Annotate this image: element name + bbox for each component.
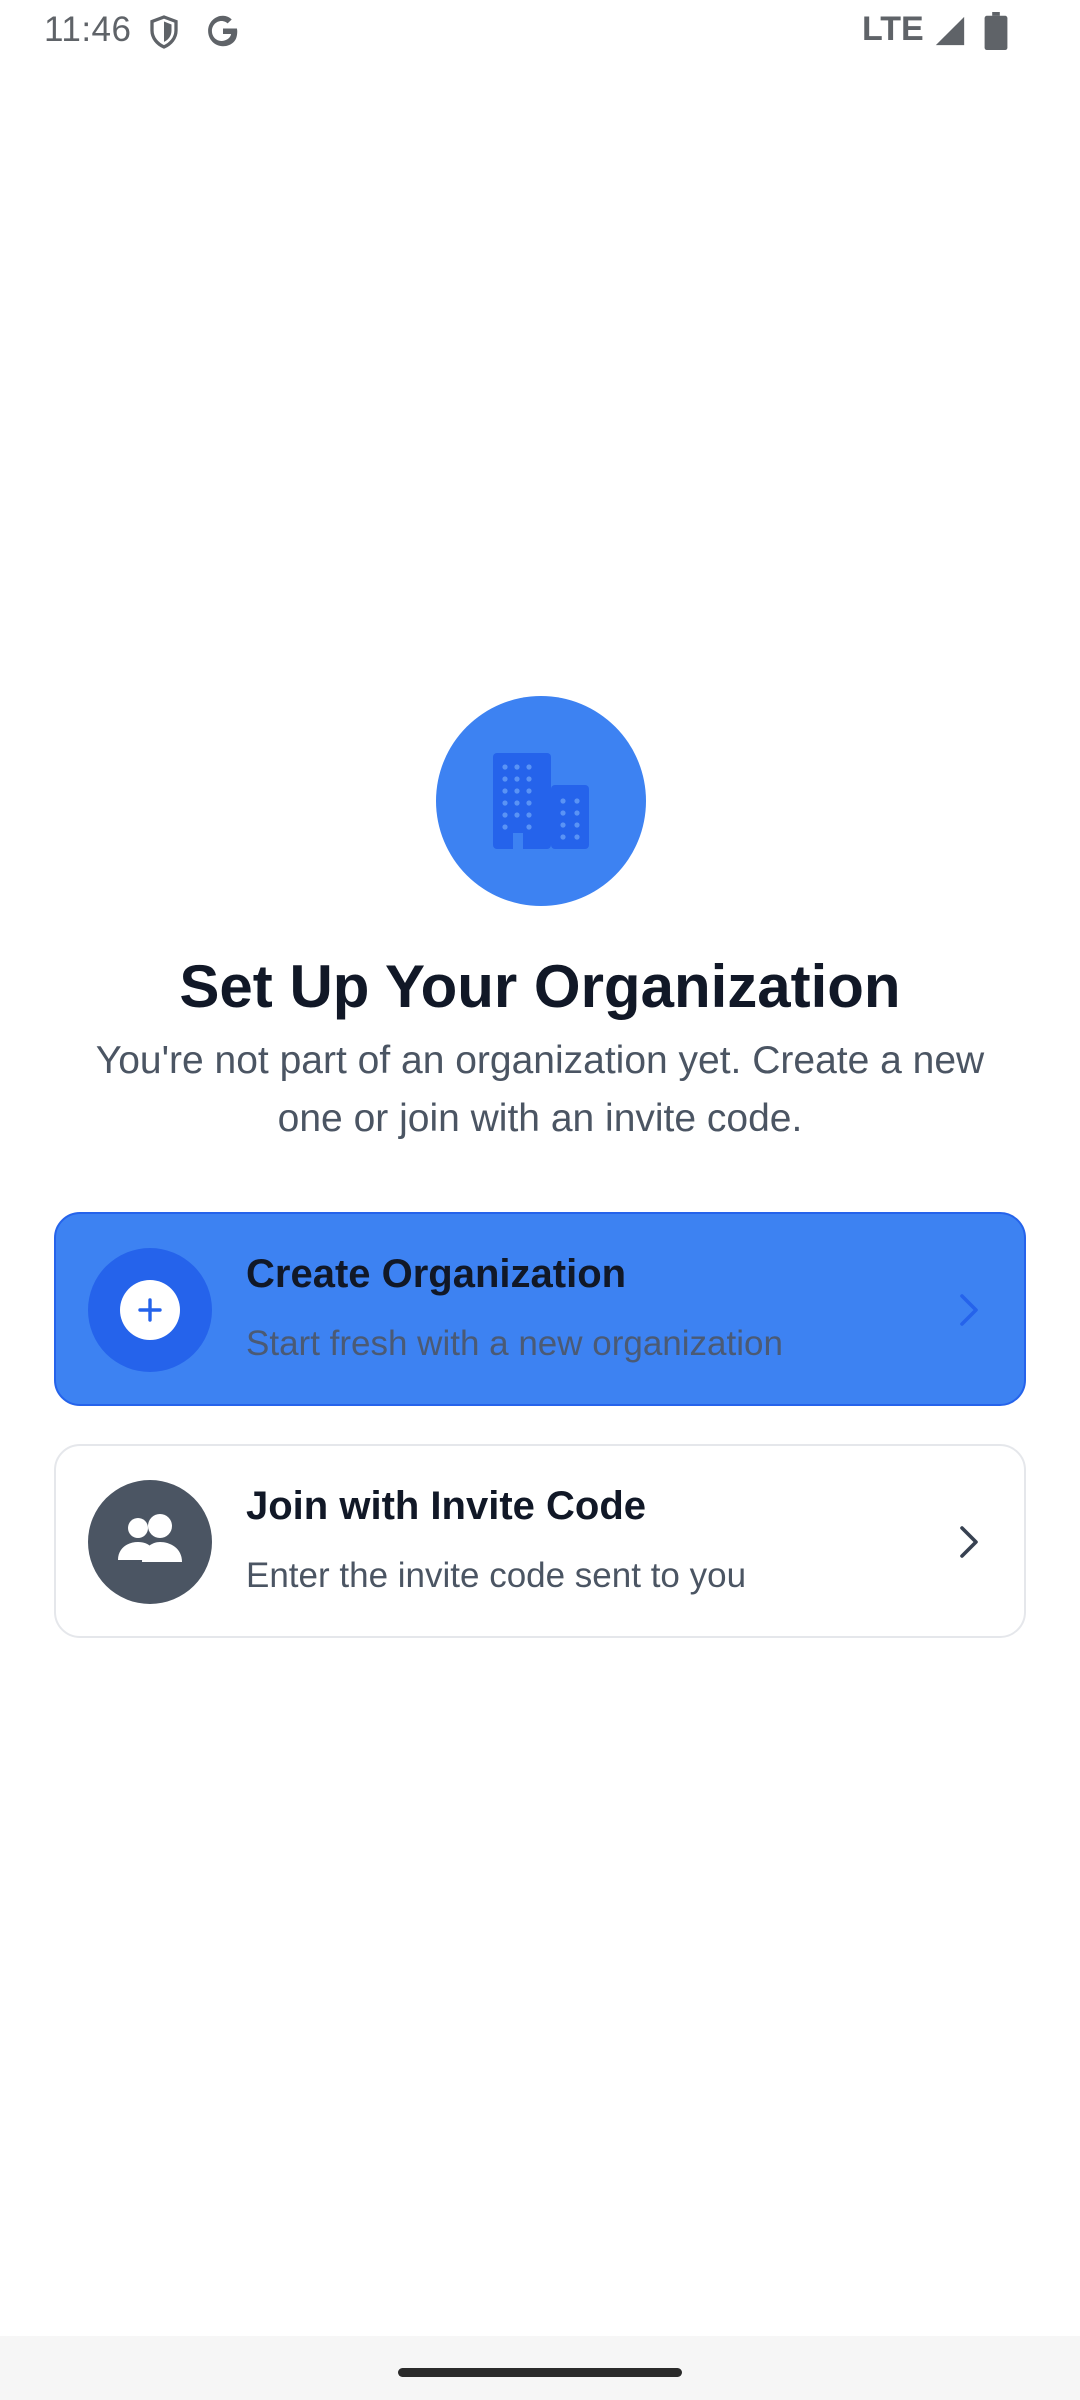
status-time: 11:46 (44, 10, 132, 49)
status-bar: 11:46 LTE (0, 0, 1080, 62)
google-icon (204, 12, 242, 50)
join-invite-title: Join with Invite Code (246, 1484, 647, 1528)
page-title: Set Up Your Organization (179, 953, 901, 1020)
navigation-bar (0, 2336, 1080, 2400)
battery-icon (984, 12, 1008, 51)
join-invite-description: Enter the invite code sent to you (246, 1556, 747, 1595)
plus-icon (120, 1280, 180, 1340)
signal-icon (932, 14, 968, 48)
network-type: LTE (862, 10, 924, 48)
create-organization-button[interactable]: Create Organization Start fresh with a n… (54, 1212, 1026, 1406)
join-icon-badge (88, 1480, 212, 1604)
shield-icon (146, 14, 182, 50)
building-icon (493, 753, 589, 849)
home-gesture-handle[interactable] (398, 2368, 682, 2377)
people-icon (118, 1514, 182, 1562)
create-organization-description: Start fresh with a new organization (246, 1324, 783, 1363)
chevron-right-icon (960, 1526, 978, 1558)
create-icon-badge (88, 1248, 212, 1372)
create-organization-title: Create Organization (246, 1252, 627, 1296)
page-subtitle: You're not part of an organization yet. … (95, 1039, 985, 1140)
screen: 11:46 LTE Set Up Your Organization You'r… (0, 0, 1080, 2400)
join-with-invite-code-button[interactable]: Join with Invite Code Enter the invite c… (54, 1444, 1026, 1638)
chevron-right-icon (960, 1294, 978, 1326)
organization-avatar (436, 696, 646, 906)
